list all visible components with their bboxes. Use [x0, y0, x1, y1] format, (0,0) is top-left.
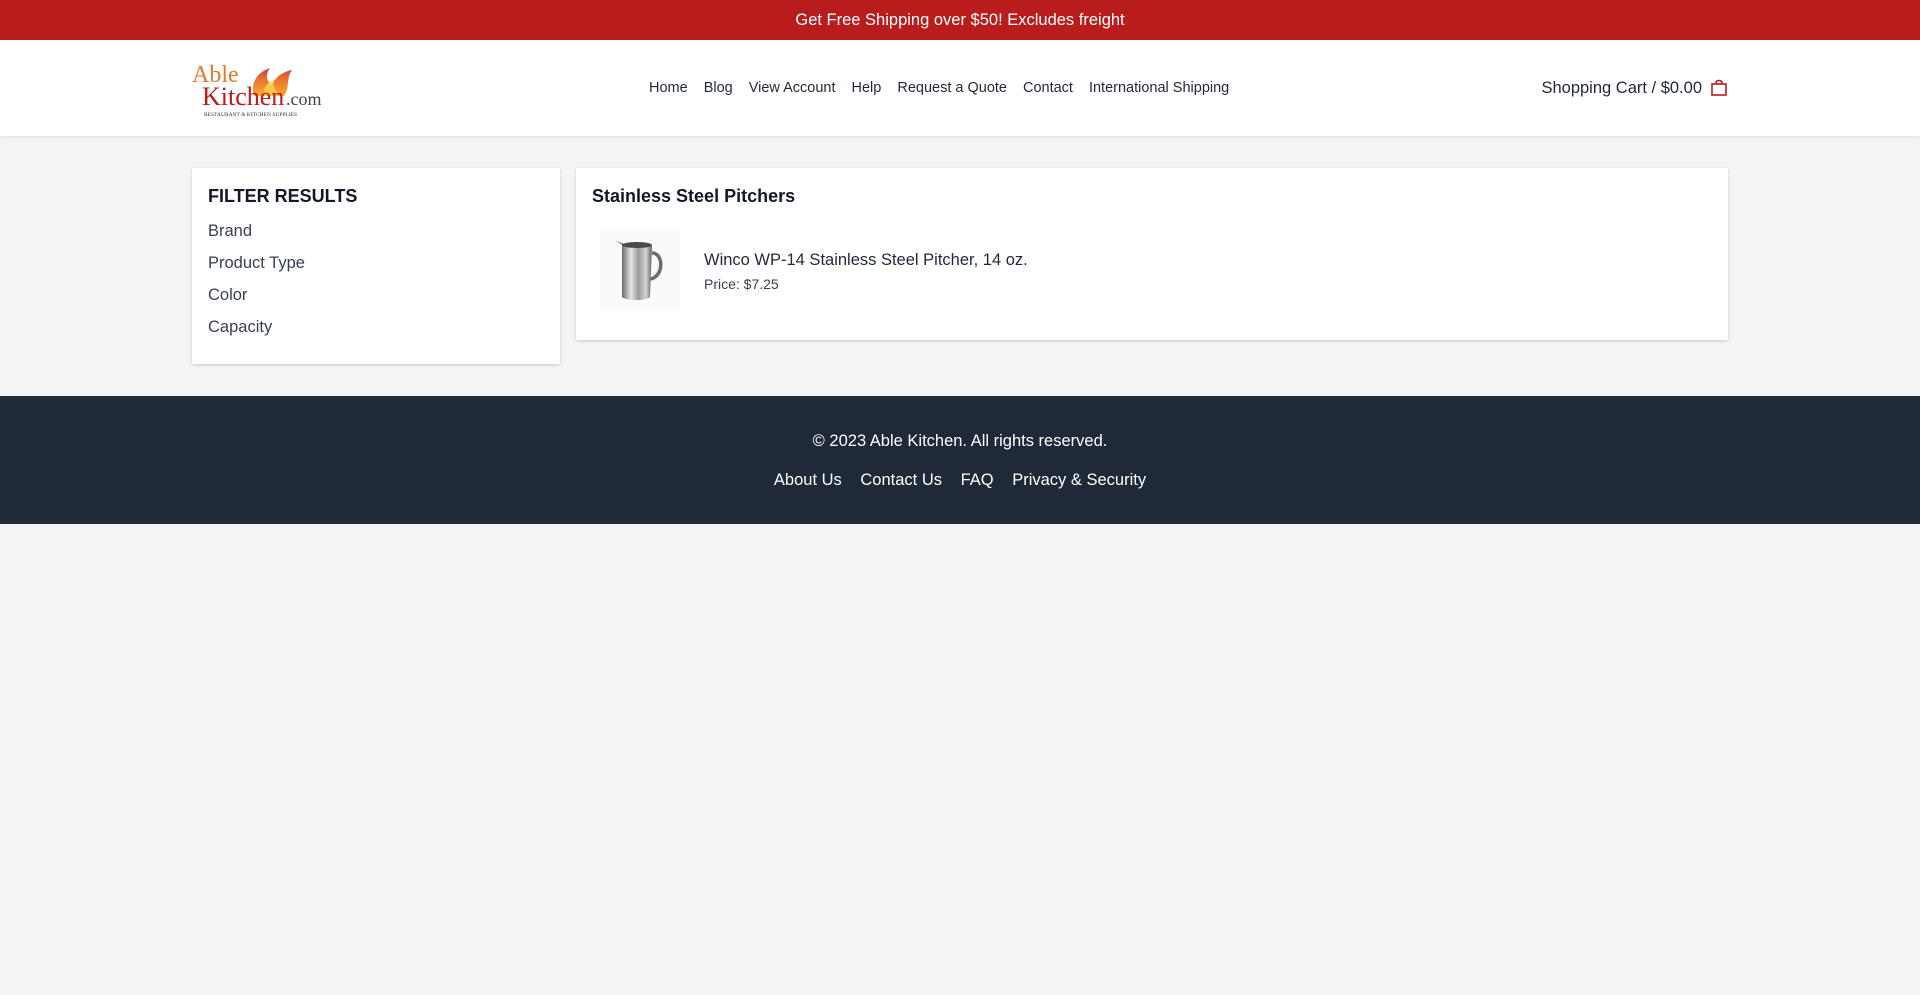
footer-links: About Us Contact Us FAQ Privacy & Securi… [0, 471, 1920, 490]
product-name[interactable]: Winco WP-14 Stainless Steel Pitcher, 14 … [704, 251, 1028, 270]
footer-about-us[interactable]: About Us [774, 471, 842, 489]
products-panel: Stainless Steel Pitchers Winco WP-14 Sta… [576, 168, 1728, 340]
pitcher-image[interactable] [592, 229, 688, 313]
filter-color[interactable]: Color [208, 285, 544, 317]
svg-text:Kitchen: Kitchen [202, 82, 284, 111]
filter-panel: FILTER RESULTS Brand Product Type Color … [192, 168, 560, 364]
filter-product-type[interactable]: Product Type [208, 253, 544, 285]
category-title: Stainless Steel Pitchers [592, 186, 796, 206]
promo-text: Get Free Shipping over $50! Excludes fre… [795, 10, 1125, 29]
nav-blog[interactable]: Blog [704, 80, 733, 96]
shopping-cart-link[interactable]: Shopping Cart / $0.00 [1541, 40, 1728, 136]
svg-text:RESTAURANT & KITCHEN SUPPLIES: RESTAURANT & KITCHEN SUPPLIES [204, 112, 297, 118]
filter-capacity[interactable]: Capacity [208, 317, 544, 349]
nav-home[interactable]: Home [649, 80, 688, 96]
site-header: Able Kitchen .com RESTAURANT & KITCHEN S… [0, 40, 1920, 136]
nav-contact[interactable]: Contact [1023, 80, 1073, 96]
nav-view-account[interactable]: View Account [749, 80, 836, 96]
nav-request-quote[interactable]: Request a Quote [897, 80, 1007, 96]
nav-international-shipping[interactable]: International Shipping [1089, 80, 1229, 96]
copyright-text: © 2023 Able Kitchen. All rights reserved… [812, 432, 1108, 450]
logo-graphic: Able Kitchen .com RESTAURANT & KITCHEN S… [192, 62, 322, 118]
main-nav: Home Blog View Account Help Request a Qu… [649, 40, 1245, 136]
nav-help[interactable]: Help [852, 80, 882, 96]
cart-label: Shopping Cart / $0.00 [1541, 78, 1702, 97]
product-item[interactable]: Winco WP-14 Stainless Steel Pitcher, 14 … [592, 229, 1712, 313]
site-logo[interactable]: Able Kitchen .com RESTAURANT & KITCHEN S… [192, 56, 342, 120]
footer-contact-us[interactable]: Contact Us [860, 471, 942, 489]
footer-faq[interactable]: FAQ [961, 471, 994, 489]
site-footer: © 2023 Able Kitchen. All rights reserved… [0, 396, 1920, 524]
footer-privacy-security[interactable]: Privacy & Security [1012, 471, 1146, 489]
svg-text:.com: .com [286, 89, 322, 109]
shopping-bag-icon [1710, 79, 1728, 97]
filter-title: FILTER RESULTS [208, 186, 358, 206]
filter-brand[interactable]: Brand [208, 221, 544, 253]
product-price: Price: $7.25 [704, 275, 779, 292]
promo-banner: Get Free Shipping over $50! Excludes fre… [0, 0, 1920, 40]
